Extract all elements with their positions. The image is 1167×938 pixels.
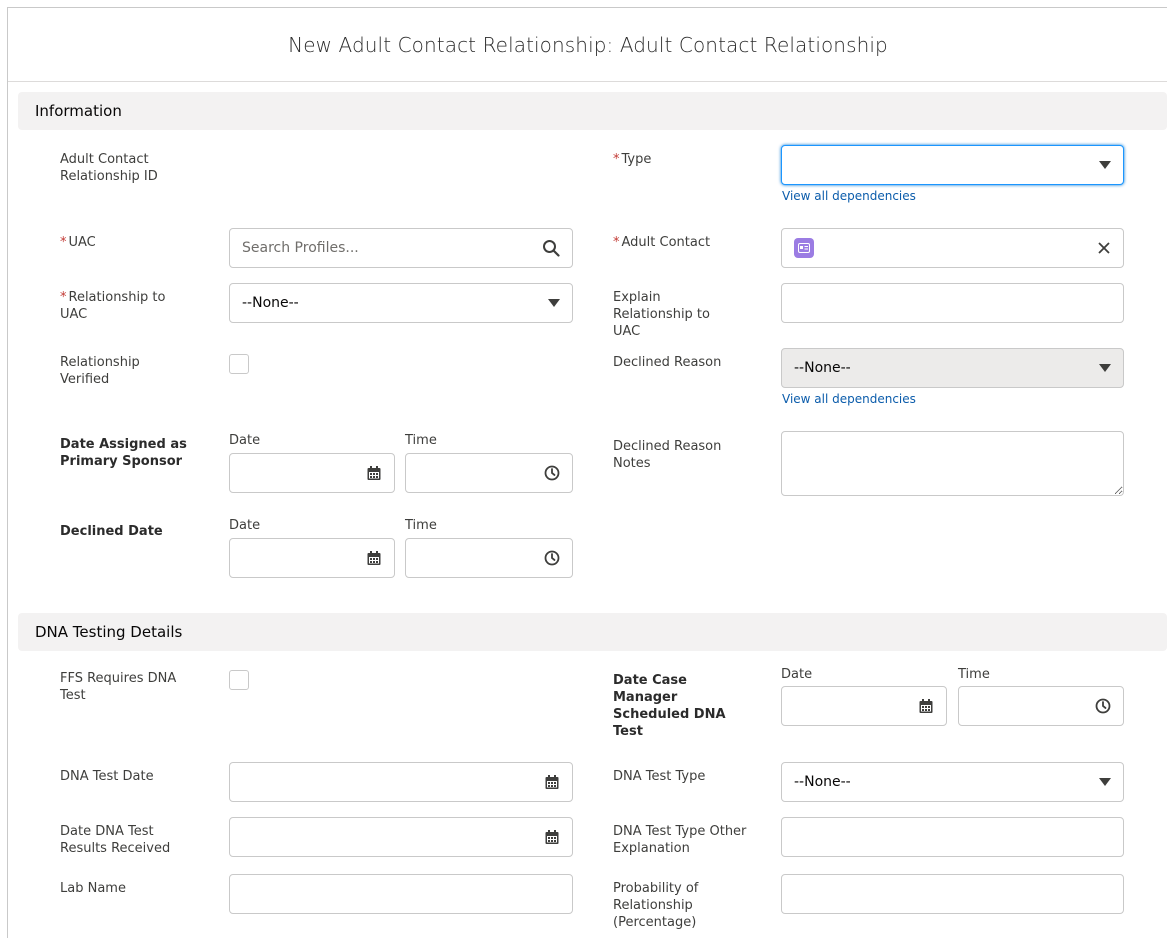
dna-test-type-other-label: DNA Test Type Other Explanation	[613, 824, 747, 856]
date-dna-results-received-label: Date DNA Test Results Received	[60, 824, 171, 856]
case-manager-time-input[interactable]	[958, 686, 1124, 726]
date-sublabel: Date	[229, 518, 261, 533]
dna-test-date-input[interactable]	[229, 762, 573, 802]
section-title: Information	[35, 102, 122, 120]
calendar-icon[interactable]	[366, 550, 382, 566]
time-sublabel: Time	[958, 667, 990, 682]
type-label: * Type	[613, 152, 652, 167]
date-assigned-time-input[interactable]	[405, 453, 573, 493]
time-sublabel: Time	[405, 433, 437, 448]
relationship-verified-label: Relationship Verified	[60, 355, 140, 387]
declined-reason-view-all-dependencies-link[interactable]: View all dependencies	[782, 392, 916, 406]
chevron-down-icon	[548, 299, 560, 307]
dna-test-type-select[interactable]: --None--	[781, 762, 1124, 802]
dna-test-date-label: DNA Test Date	[60, 769, 154, 784]
declined-reason-select[interactable]: --None--	[781, 348, 1124, 388]
lab-name-label: Lab Name	[60, 881, 126, 896]
relationship-to-uac-select[interactable]: --None--	[229, 283, 573, 323]
relationship-verified-checkbox[interactable]	[229, 354, 249, 374]
adult-contact-lookup[interactable]	[781, 228, 1124, 268]
dna-test-type-other-input[interactable]	[781, 817, 1124, 857]
dna-test-type-label: DNA Test Type	[613, 769, 706, 784]
date-case-manager-scheduled-label: Date Case Manager Scheduled DNA Test	[613, 673, 726, 739]
declined-reason-label: Declined Reason	[613, 355, 722, 370]
explain-relationship-label: Explain Relationship to UAC	[613, 290, 710, 339]
calendar-icon[interactable]	[918, 698, 934, 714]
time-sublabel: Time	[405, 518, 437, 533]
date-sublabel: Date	[229, 433, 261, 448]
type-select[interactable]	[781, 145, 1124, 185]
ffs-requires-dna-test-checkbox[interactable]	[229, 670, 249, 690]
date-assigned-primary-sponsor-label: Date Assigned as Primary Sponsor	[60, 437, 187, 469]
ffs-requires-dna-test-label: FFS Requires DNA Test	[60, 671, 177, 703]
adult-contact-relationship-id-label: Adult Contact Relationship ID	[60, 152, 158, 184]
search-icon	[542, 239, 560, 257]
modal-header: New Adult Contact Relationship: Adult Co…	[8, 8, 1167, 82]
declined-reason-notes-label: Declined Reason Notes	[613, 439, 722, 471]
declined-date-input[interactable]	[229, 538, 395, 578]
uac-search-input[interactable]: Search Profiles...	[229, 228, 573, 268]
declined-reason-notes-textarea[interactable]	[781, 431, 1124, 496]
probability-of-relationship-input[interactable]	[781, 874, 1124, 914]
date-assigned-date-input[interactable]	[229, 453, 395, 493]
calendar-icon[interactable]	[544, 774, 560, 790]
clock-icon[interactable]	[544, 465, 560, 481]
close-icon[interactable]	[1097, 241, 1111, 255]
date-sublabel: Date	[781, 667, 813, 682]
chevron-down-icon	[1099, 778, 1111, 786]
declined-date-label: Declined Date	[60, 524, 163, 539]
date-dna-results-received-input[interactable]	[229, 817, 573, 857]
relationship-to-uac-label: * Relationship to UAC	[60, 290, 166, 322]
contact-card-icon	[794, 238, 814, 258]
uac-label: * UAC	[60, 235, 96, 250]
clock-icon[interactable]	[1095, 698, 1111, 714]
page-title: New Adult Contact Relationship: Adult Co…	[288, 32, 888, 57]
chevron-down-icon	[1099, 161, 1111, 169]
calendar-icon[interactable]	[366, 465, 382, 481]
lab-name-input[interactable]	[229, 874, 573, 914]
probability-of-relationship-label: Probability of Relationship (Percentage)	[613, 881, 699, 930]
clock-icon[interactable]	[544, 550, 560, 566]
section-title: DNA Testing Details	[35, 623, 183, 641]
section-information[interactable]: Information	[18, 92, 1167, 130]
adult-contact-label: * Adult Contact	[613, 235, 711, 250]
declined-time-input[interactable]	[405, 538, 573, 578]
section-dna-testing-details[interactable]: DNA Testing Details	[18, 613, 1167, 651]
calendar-icon[interactable]	[544, 829, 560, 845]
modal-frame: New Adult Contact Relationship: Adult Co…	[7, 7, 1167, 938]
type-view-all-dependencies-link[interactable]: View all dependencies	[782, 189, 916, 203]
chevron-down-icon	[1099, 364, 1111, 372]
case-manager-date-input[interactable]	[781, 686, 947, 726]
explain-relationship-input[interactable]	[781, 283, 1124, 323]
